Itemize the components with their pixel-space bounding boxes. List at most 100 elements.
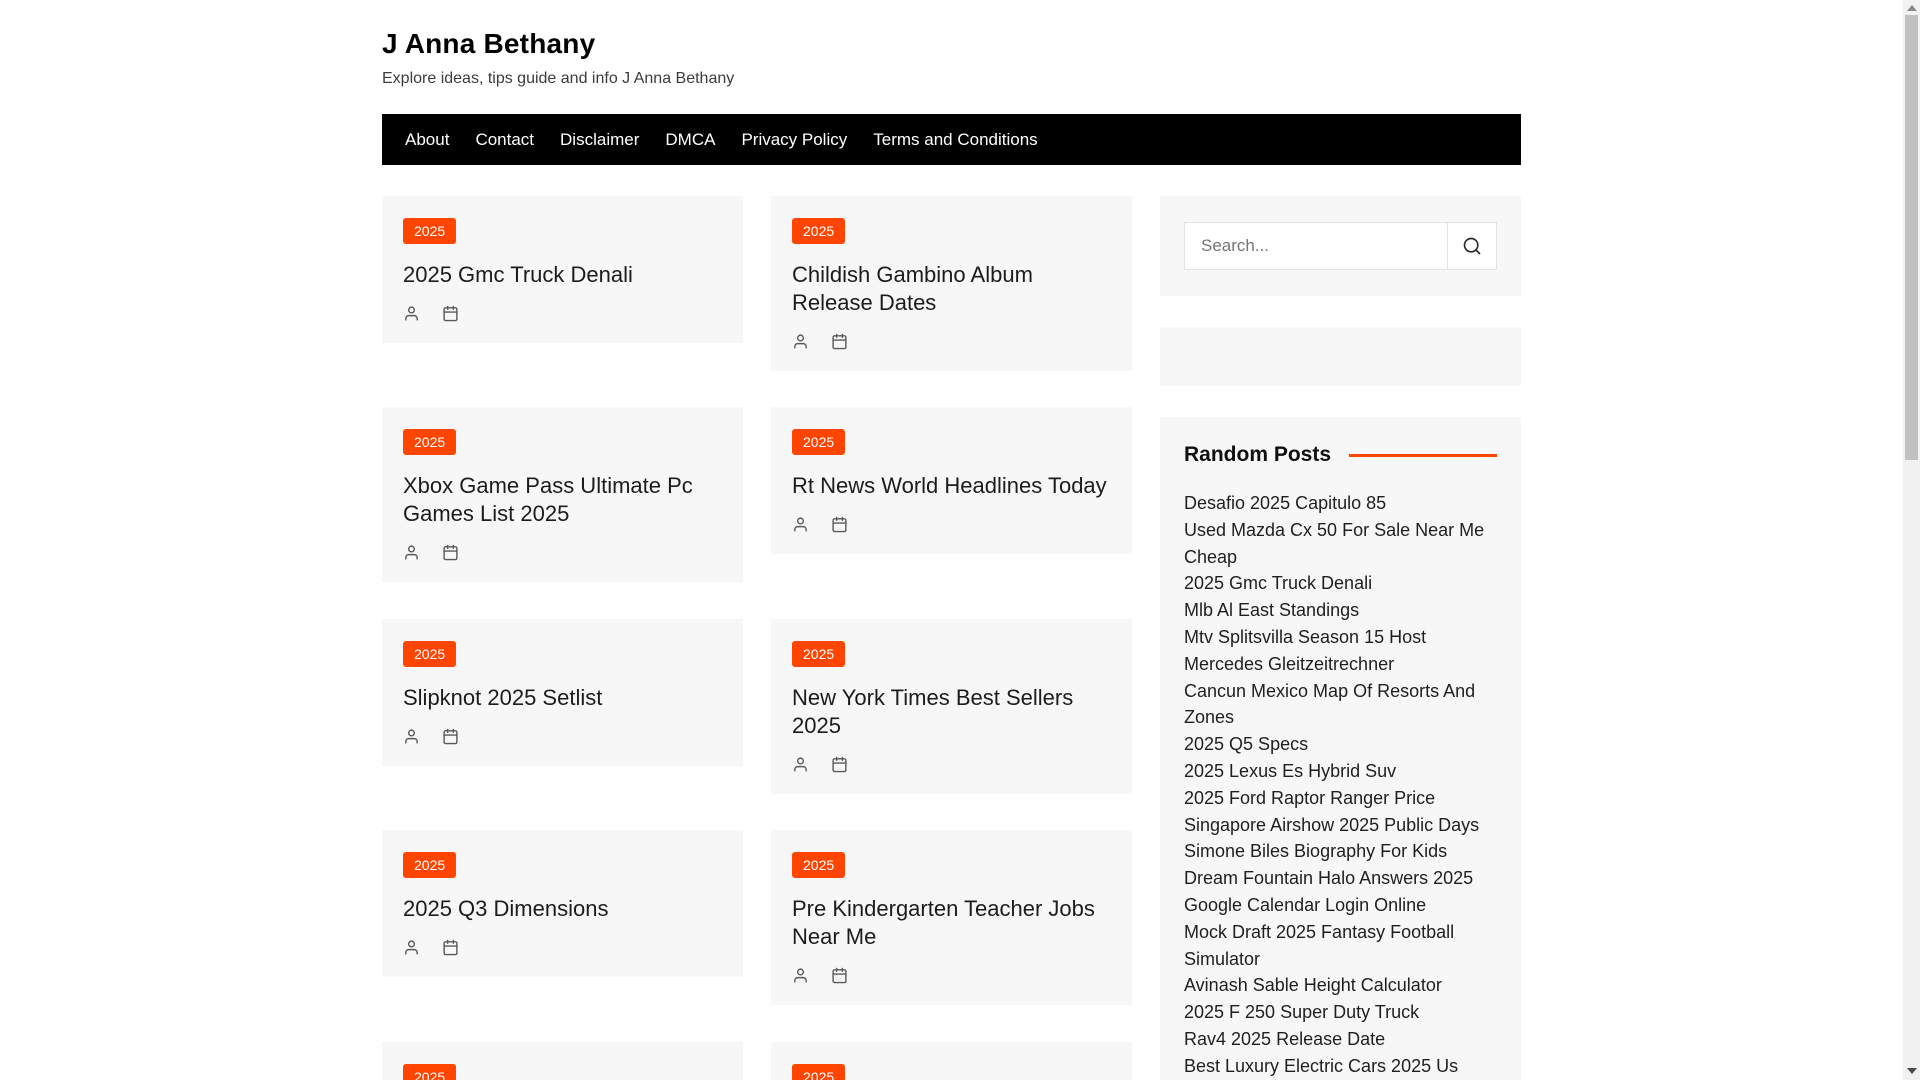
category-badge[interactable]: 2025 — [792, 1063, 846, 1080]
calendar-icon — [442, 939, 459, 956]
random-post-link[interactable]: Best Luxury Electric Cars 2025 Us — [1184, 1056, 1458, 1076]
category-badge[interactable]: 2025 — [792, 852, 846, 879]
list-item: Best Luxury Electric Cars 2025 Us — [1184, 1054, 1497, 1080]
post-card: 2025 Rt News World Headlines Today — [771, 407, 1132, 555]
list-item: 2025 Ford Raptor Ranger Price — [1184, 786, 1497, 813]
category-badge[interactable]: 2025 — [403, 852, 457, 879]
category-badge[interactable]: 2025 — [403, 1063, 457, 1080]
author-icon — [792, 756, 809, 773]
scrollbar-thumb[interactable] — [1905, 15, 1918, 460]
post-title-link[interactable]: Xbox Game Pass Ultimate Pc Games List 20… — [403, 472, 722, 528]
post-meta — [792, 756, 1111, 773]
list-item: Dream Fountain Halo Answers 2025 — [1184, 866, 1497, 893]
post-meta — [403, 939, 722, 956]
random-posts-title: Random Posts — [1184, 443, 1332, 466]
nav-item-terms-and-conditions[interactable]: Terms and Conditions — [860, 114, 1050, 165]
random-post-link[interactable]: 2025 F 250 Super Duty Truck — [1184, 1002, 1419, 1022]
random-post-link[interactable]: Avinash Sable Height Calculator — [1184, 975, 1442, 995]
random-post-link[interactable]: Google Calendar Login Online — [1184, 895, 1426, 915]
post-title-link[interactable]: 2025 Q3 Dimensions — [403, 895, 722, 923]
post-title-link[interactable]: Rt News World Headlines Today — [792, 472, 1111, 500]
list-item: 2025 Lexus Es Hybrid Suv — [1184, 759, 1497, 786]
search-input[interactable] — [1185, 223, 1447, 269]
post-title-link[interactable]: Slipknot 2025 Setlist — [403, 684, 722, 712]
list-item: Avinash Sable Height Calculator — [1184, 973, 1497, 1000]
category-badge[interactable]: 2025 — [403, 429, 457, 456]
author-icon — [792, 516, 809, 533]
category-badge[interactable]: 2025 — [792, 429, 846, 456]
site-tagline: Explore ideas, tips guide and info J Ann… — [382, 70, 735, 87]
random-post-link[interactable]: Rav4 2025 Release Date — [1184, 1029, 1385, 1049]
random-posts-list: Desafio 2025 Capitulo 85 Used Mazda Cx 5… — [1184, 491, 1497, 1080]
category-badge[interactable]: 2025 — [792, 218, 846, 244]
category-badge[interactable]: 2025 — [792, 640, 846, 667]
random-post-link[interactable]: Simone Biles Biography For Kids — [1184, 841, 1447, 861]
calendar-icon — [831, 756, 848, 773]
nav-item-about[interactable]: About — [392, 114, 462, 165]
random-post-link[interactable]: 2025 Q5 Specs — [1184, 734, 1308, 754]
calendar-icon — [442, 728, 459, 745]
random-post-link[interactable]: Mock Draft 2025 Fantasy Football Simulat… — [1184, 922, 1454, 969]
scrollbar-up-arrow-icon[interactable] — [1903, 0, 1920, 15]
calendar-icon — [831, 333, 848, 350]
title-accent-rule — [1349, 453, 1497, 457]
random-post-link[interactable]: Mlb Al East Standings — [1184, 600, 1359, 620]
random-post-link[interactable]: Desafio 2025 Capitulo 85 — [1184, 493, 1386, 513]
list-item: 2025 Q5 Specs — [1184, 732, 1497, 759]
list-item: Used Mazda Cx 50 For Sale Near Me Cheap — [1184, 518, 1497, 572]
search-button[interactable] — [1447, 223, 1496, 269]
search-widget — [1160, 196, 1521, 296]
random-posts-header: Random Posts — [1184, 443, 1497, 467]
random-post-link[interactable]: 2025 Lexus Es Hybrid Suv — [1184, 761, 1396, 781]
author-icon — [792, 333, 809, 350]
list-item: Google Calendar Login Online — [1184, 893, 1497, 920]
list-item: Mercedes Gleitzeitrechner — [1184, 652, 1497, 679]
author-icon — [403, 305, 420, 322]
list-item: Mlb Al East Standings — [1184, 598, 1497, 625]
content-area: 2025 2025 Gmc Truck Denali 2025 Childish… — [382, 196, 1521, 1080]
category-badge[interactable]: 2025 — [403, 640, 457, 667]
list-item: Cancun Mexico Map Of Resorts And Zones — [1184, 679, 1497, 733]
random-post-link[interactable]: Dream Fountain Halo Answers 2025 — [1184, 868, 1473, 888]
scrollbar-track[interactable] — [1903, 0, 1920, 1080]
post-title-link[interactable]: New York Times Best Sellers 2025 — [792, 684, 1111, 740]
calendar-icon — [442, 305, 459, 322]
random-post-link[interactable]: 2025 Ford Raptor Ranger Price — [1184, 788, 1435, 808]
post-title-link[interactable]: 2025 Gmc Truck Denali — [403, 261, 722, 289]
site-title[interactable]: J Anna Bethany — [382, 28, 1521, 60]
list-item: Singapore Airshow 2025 Public Days — [1184, 813, 1497, 840]
site-header: J Anna Bethany Explore ideas, tips guide… — [382, 0, 1521, 88]
random-post-link[interactable]: 2025 Gmc Truck Denali — [1184, 573, 1372, 593]
list-item: Mock Draft 2025 Fantasy Football Simulat… — [1184, 920, 1497, 974]
author-icon — [403, 728, 420, 745]
random-post-link[interactable]: Mtv Splitsvilla Season 15 Host — [1184, 627, 1426, 647]
scrollbar-down-arrow-icon[interactable] — [1903, 1063, 1920, 1078]
list-item: Desafio 2025 Capitulo 85 — [1184, 491, 1497, 518]
category-badge[interactable]: 2025 — [403, 218, 457, 244]
post-title-link[interactable]: Pre Kindergarten Teacher Jobs Near Me — [792, 895, 1111, 951]
post-card: 2025 New York Times Best Sellers 2025 — [771, 618, 1132, 794]
nav-item-contact[interactable]: Contact — [462, 114, 547, 165]
nav-item-privacy-policy[interactable]: Privacy Policy — [728, 114, 860, 165]
post-meta — [403, 544, 722, 561]
posts-grid: 2025 2025 Gmc Truck Denali 2025 Childish… — [382, 196, 1132, 1080]
list-item: 2025 F 250 Super Duty Truck — [1184, 1000, 1497, 1027]
nav-item-disclaimer[interactable]: Disclaimer — [547, 114, 652, 165]
post-card: 2025 Pre Kindergarten Teacher Jobs Near … — [771, 830, 1132, 1006]
empty-widget — [1160, 327, 1521, 386]
post-title-link[interactable]: Childish Gambino Album Release Dates — [792, 261, 1111, 317]
sidebar: Random Posts Desafio 2025 Capitulo 85 Us… — [1160, 196, 1521, 1080]
nav-item-dmca[interactable]: DMCA — [652, 114, 728, 165]
random-post-link[interactable]: Mercedes Gleitzeitrechner — [1184, 654, 1394, 674]
author-icon — [792, 967, 809, 984]
author-icon — [403, 544, 420, 561]
main-nav: About Contact Disclaimer DMCA Privacy Po… — [382, 114, 1521, 165]
list-item: Simone Biles Biography For Kids — [1184, 839, 1497, 866]
post-card: 2025 France Olympics 2025 Football — [382, 1041, 743, 1080]
random-post-link[interactable]: Cancun Mexico Map Of Resorts And Zones — [1184, 681, 1475, 728]
calendar-icon — [831, 967, 848, 984]
random-post-link[interactable]: Used Mazda Cx 50 For Sale Near Me Cheap — [1184, 520, 1484, 567]
random-post-link[interactable]: Singapore Airshow 2025 Public Days — [1184, 815, 1479, 835]
author-icon — [403, 939, 420, 956]
list-item: 2025 Gmc Truck Denali — [1184, 571, 1497, 598]
